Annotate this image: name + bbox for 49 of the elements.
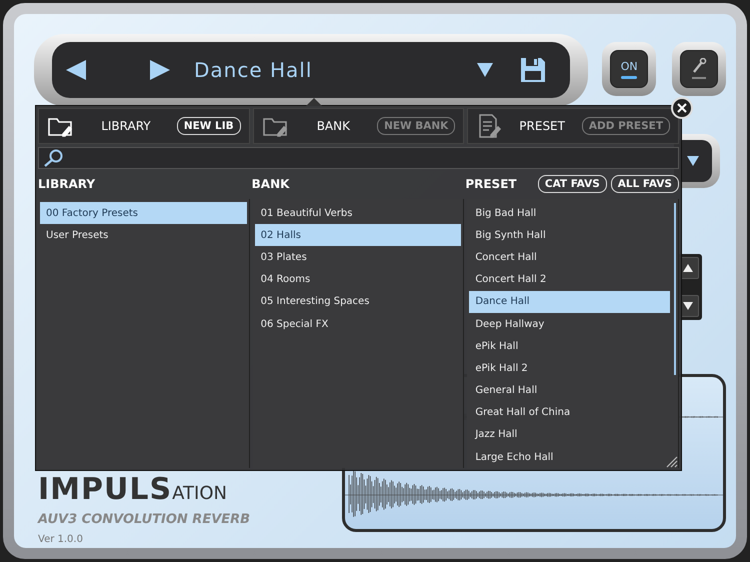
list-item[interactable]: Big Synth Hall	[469, 224, 670, 246]
list-item[interactable]: General Hall	[469, 380, 670, 402]
list-item[interactable]: User Presets	[40, 224, 247, 246]
logo: IMPULSATION	[38, 475, 228, 505]
list-item[interactable]: Dance Hall	[469, 290, 670, 313]
list-item[interactable]: Great Hall of China	[469, 402, 670, 424]
up-arrow-icon	[683, 264, 693, 272]
list-item[interactable]: ePik Hall 2	[469, 357, 670, 380]
list-item[interactable]: Concert Hall	[469, 246, 670, 269]
caret-icon	[686, 155, 700, 167]
down-arrow-icon	[683, 302, 693, 310]
subtitle: AUV3 CONVOLUTION REVERB	[38, 512, 252, 527]
list-item[interactable]: Deep Hallway	[469, 312, 670, 336]
search-icon	[43, 149, 65, 167]
list-item[interactable]: Big Bad Hall	[469, 202, 670, 224]
column-heading: BANK	[252, 177, 290, 191]
settings-button[interactable]	[680, 50, 718, 88]
list-item[interactable]: 02 Halls	[254, 224, 462, 246]
list-item[interactable]: Concert Hall 2	[469, 268, 670, 291]
list-item[interactable]: Large Echo Hall	[469, 446, 670, 468]
list-item[interactable]: 03 Plates	[254, 246, 462, 269]
section-title: BANK	[316, 119, 351, 133]
column-heading: PRESET	[465, 177, 518, 191]
list-item[interactable]: ePik Hall	[469, 335, 670, 358]
power-button[interactable]: ON	[610, 50, 648, 88]
filter-button[interactable]: CAT FAVS	[538, 175, 607, 193]
list-item[interactable]: Jazz Hall	[469, 424, 670, 446]
new-button[interactable]: NEW LIB	[176, 117, 241, 135]
preset-name: Dance Hall	[194, 58, 314, 82]
wrench-icon	[690, 58, 708, 80]
list-item[interactable]: 01 Beautiful Verbs	[254, 202, 462, 224]
previous-icon[interactable]	[64, 58, 88, 82]
search-field[interactable]	[38, 147, 679, 169]
list-item[interactable]: 05 Interesting Spaces	[254, 290, 462, 313]
resize-grip-icon[interactable]	[664, 454, 678, 468]
column-heading: LIBRARY	[38, 177, 96, 191]
filter-button[interactable]: ALL FAVS	[610, 175, 679, 193]
version-label: Ver 1.0.0	[38, 534, 84, 545]
close-button[interactable]	[671, 97, 693, 119]
save-icon[interactable]	[520, 57, 546, 83]
section-title: PRESET	[518, 119, 566, 133]
section-title: LIBRARY	[100, 119, 152, 133]
list-item[interactable]: 04 Rooms	[254, 268, 462, 291]
next-icon[interactable]	[148, 58, 172, 82]
scrollbar[interactable]	[674, 203, 676, 375]
dropdown-icon[interactable]	[476, 62, 494, 78]
close-icon	[677, 103, 687, 113]
list-item[interactable]: 06 Special FX	[254, 312, 462, 336]
list-item[interactable]: 00 Factory Presets	[40, 202, 247, 224]
